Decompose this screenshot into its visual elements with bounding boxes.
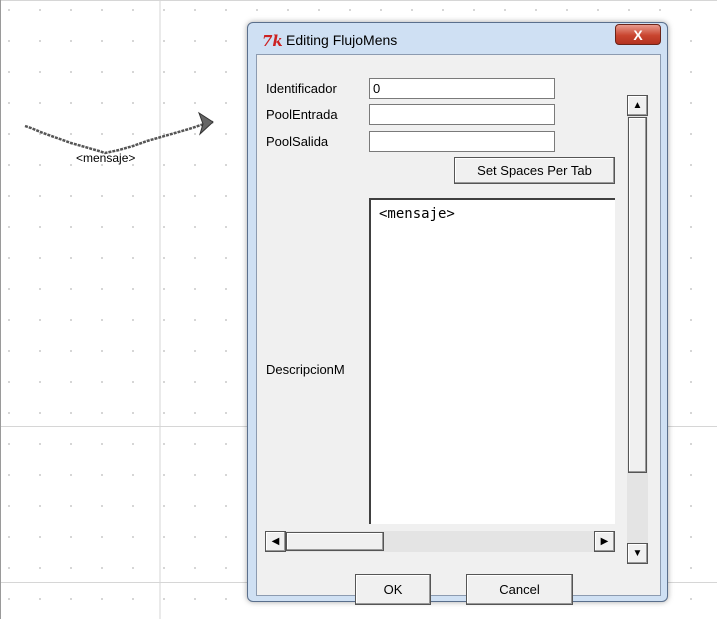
vertical-scroll-trough[interactable] xyxy=(627,116,648,543)
pool-entrada-input[interactable] xyxy=(369,104,555,125)
pool-salida-input[interactable] xyxy=(369,131,555,152)
tk-feather-icon: 7k xyxy=(262,32,283,50)
dialog-body: Identificador 0 PoolEntrada PoolSalida S… xyxy=(256,54,661,605)
set-spaces-per-tab-button[interactable]: Set Spaces Per Tab xyxy=(454,157,615,184)
descripcion-label: DescripcionM xyxy=(266,362,345,377)
ok-button[interactable]: OK xyxy=(355,574,431,605)
pool-entrada-label: PoolEntrada xyxy=(266,107,338,122)
horizontal-scroll-trough[interactable] xyxy=(286,531,594,552)
descripcion-textarea[interactable]: <mensaje> xyxy=(369,198,615,524)
vertical-scroll-thumb[interactable] xyxy=(628,117,647,473)
arrow-down-icon[interactable]: ▼ xyxy=(627,543,648,564)
arrow-up-icon[interactable]: ▲ xyxy=(627,95,648,116)
arrow-left-icon[interactable]: ◀ xyxy=(265,531,286,552)
dialog-titlebar[interactable]: 7k Editing FlujoMens X xyxy=(248,23,667,55)
dialog-title: Editing FlujoMens xyxy=(286,32,398,48)
horizontal-scroll-thumb[interactable] xyxy=(286,532,384,551)
horizontal-scrollbar[interactable]: ◀ ▶ xyxy=(265,531,615,552)
identificador-label: Identificador xyxy=(266,81,337,96)
arrow-right-icon[interactable]: ▶ xyxy=(594,531,615,552)
close-icon: X xyxy=(633,27,643,43)
message-label[interactable]: <mensaje> xyxy=(76,151,135,165)
close-button[interactable]: X xyxy=(615,24,661,45)
edit-dialog: 7k Editing FlujoMens X Identificador 0 P… xyxy=(247,22,668,605)
vertical-scrollbar[interactable]: ▲ ▼ xyxy=(627,95,648,564)
identificador-input[interactable]: 0 xyxy=(369,78,555,99)
cancel-button[interactable]: Cancel xyxy=(466,574,573,605)
pool-salida-label: PoolSalida xyxy=(266,134,329,149)
